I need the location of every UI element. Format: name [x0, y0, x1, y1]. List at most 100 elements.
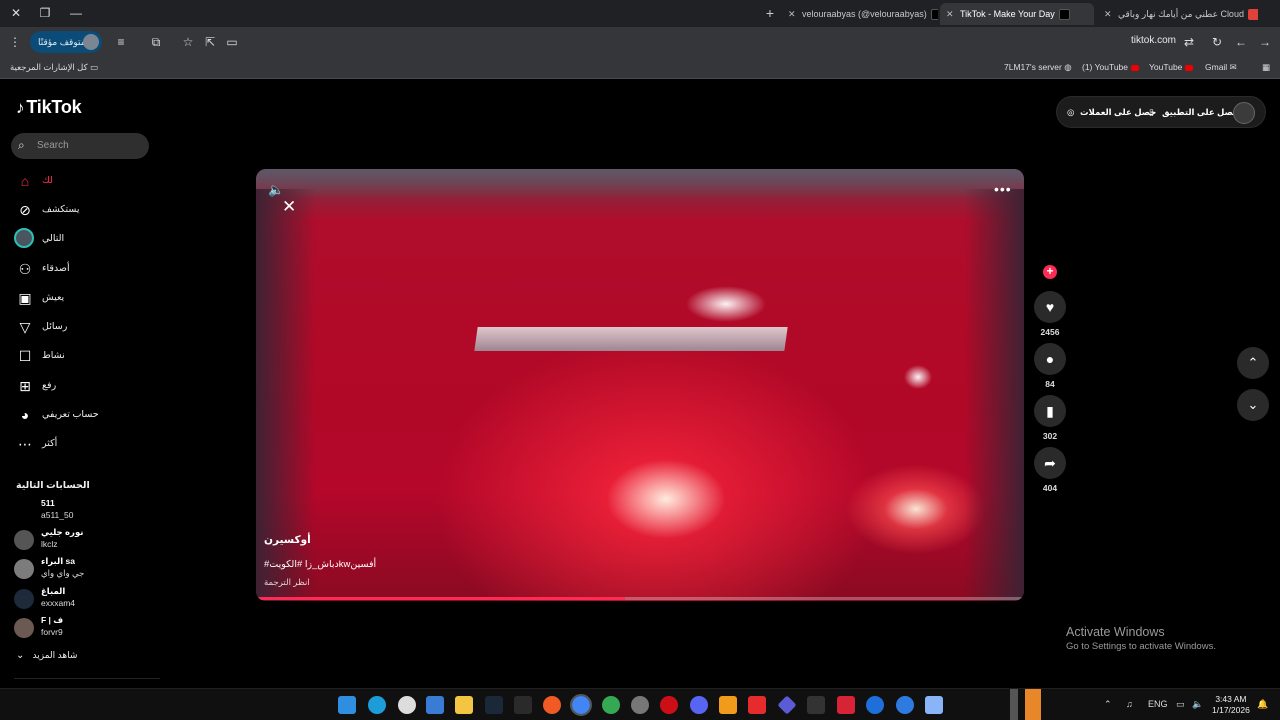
follow-plus-button[interactable]: +	[1043, 265, 1057, 279]
network-icon[interactable]: ▭	[1176, 699, 1185, 710]
following-account[interactable]: 511 a511_50	[14, 498, 154, 524]
following-account[interactable]: F | ف forvr9	[14, 615, 154, 641]
upload-icon: ⊞	[19, 378, 31, 394]
discord-icon[interactable]	[690, 696, 708, 714]
tab-tiktok[interactable]: ✕ TikTok - Make Your Day	[940, 3, 1094, 25]
epic-games-icon[interactable]	[514, 696, 532, 714]
edge-icon[interactable]	[368, 696, 386, 714]
save-action[interactable]: ▮ 302	[1034, 395, 1066, 441]
user-avatar[interactable]	[1233, 102, 1255, 124]
divider	[14, 678, 160, 679]
volume-icon[interactable]: 🔈	[268, 182, 284, 198]
following-account[interactable]: نوره جليي lkclz	[14, 527, 154, 553]
bookmark-gmail[interactable]: Gmail ✉	[1205, 62, 1237, 73]
close-tab-icon[interactable]: ✕	[1104, 3, 1118, 25]
heart-icon[interactable]: ♥	[1034, 291, 1066, 323]
chrome-icon[interactable]	[570, 694, 592, 716]
nav-explore[interactable]: ⊘ يستكشف	[14, 199, 154, 221]
share-action[interactable]: ➦ 404	[1034, 447, 1066, 493]
store-icon[interactable]	[426, 696, 444, 714]
nav-upload[interactable]: ⊞ رفع	[14, 375, 154, 397]
app-icon[interactable]	[896, 696, 914, 714]
globe-icon: ◍	[1064, 62, 1072, 72]
capcut-icon[interactable]	[807, 696, 825, 714]
app-icon[interactable]	[719, 696, 737, 714]
tab-velouraabyas[interactable]: ✕ velouraabyas (@velouraabyas)	[782, 3, 938, 25]
profile-paused-button[interactable]: متوقف مؤقتًا	[30, 31, 102, 53]
comment-action[interactable]: ● 84	[1034, 343, 1066, 389]
tiktok-logo[interactable]: ♪ TikTok	[16, 97, 82, 118]
start-icon[interactable]	[338, 696, 356, 714]
opera-icon[interactable]	[660, 696, 678, 714]
video-progress-bar[interactable]	[256, 597, 1024, 600]
all-bookmarks[interactable]: كل الإشارات المرجعية ▭	[10, 62, 98, 73]
like-action[interactable]: ♥ 2456	[1034, 291, 1066, 337]
install-app-icon[interactable]: ▭	[223, 33, 241, 51]
get-app-button[interactable]: ▯ حصل على التطبيق	[1149, 107, 1239, 118]
close-window-icon[interactable]: ✕	[2, 3, 30, 23]
minimize-window-icon[interactable]: —	[62, 3, 90, 23]
new-tab-button[interactable]: +	[762, 4, 778, 22]
close-tab-icon[interactable]: ✕	[788, 3, 802, 25]
apps-grid-icon[interactable]: ▦	[1262, 62, 1270, 73]
comment-icon[interactable]: ●	[1034, 343, 1066, 375]
back-icon[interactable]: ←	[1232, 33, 1250, 51]
search-icon: ⌕	[18, 138, 25, 152]
restore-window-icon[interactable]: ❐	[31, 3, 59, 23]
notification-bell-icon[interactable]: 🔔	[1257, 699, 1268, 710]
bookmark-youtube-1[interactable]: (1) YouTube	[1082, 62, 1139, 72]
language-indicator[interactable]: ENG	[1148, 699, 1168, 709]
next-video-button[interactable]: ⌄	[1237, 389, 1269, 421]
address-bar[interactable]: tiktok.com	[1131, 35, 1176, 46]
nav-more[interactable]: ⋯ أكثر	[14, 433, 154, 455]
steam-icon[interactable]	[485, 696, 503, 714]
nav-activity[interactable]: ☐ نشاط	[14, 345, 154, 367]
following-account[interactable]: البراء sa جي واي واي	[14, 556, 154, 582]
see-translation-link[interactable]: انظر الترجمة	[264, 577, 310, 588]
see-more-button[interactable]: ⌄ شاهد المزيد	[16, 650, 77, 661]
tray-chevron-icon[interactable]: ⌃	[1104, 699, 1112, 710]
video-author[interactable]: أوكسيرن	[264, 534, 311, 546]
settings-gear-icon[interactable]	[398, 696, 416, 714]
previous-video-button[interactable]: ⌃	[1237, 347, 1269, 379]
system-clock[interactable]: 3:43 AM 1/17/2026	[1212, 694, 1250, 716]
bookmark-server[interactable]: 7LM17's server ◍	[1004, 62, 1072, 73]
more-options-icon[interactable]: •••	[994, 181, 1012, 197]
close-tab-icon[interactable]: ✕	[946, 3, 960, 25]
bookmark-icon[interactable]: ▮	[1034, 395, 1066, 427]
video-caption[interactable]: #دباش_زا #الكويتkwأفسين	[264, 559, 376, 570]
nav-following[interactable]: التالي	[14, 228, 154, 250]
github-icon[interactable]	[631, 696, 649, 714]
nav-messages[interactable]: ▽ رسائل	[14, 316, 154, 338]
chrome-icon[interactable]	[602, 696, 620, 714]
menu-kebab-icon[interactable]: ⋮	[6, 33, 24, 51]
site-settings-icon[interactable]: ⇄	[1180, 33, 1198, 51]
nav-live[interactable]: ▣ يعيش	[14, 287, 154, 309]
share-icon[interactable]: ⇱	[201, 33, 219, 51]
share-arrow-icon[interactable]: ➦	[1034, 447, 1066, 479]
bookmark-star-icon[interactable]: ☆	[179, 33, 197, 51]
app-icon[interactable]	[748, 696, 766, 714]
file-explorer-icon[interactable]	[455, 696, 473, 714]
media-controls-icon[interactable]: ≡	[112, 33, 130, 51]
following-account[interactable]: المباغ exxxam4	[14, 586, 154, 612]
bookmark-youtube[interactable]: YouTube	[1149, 62, 1194, 72]
volume-tray-icon[interactable]: 🔈	[1192, 699, 1203, 710]
microphone-icon[interactable]: ♫	[1126, 699, 1133, 709]
app-icon[interactable]	[543, 696, 561, 714]
search-input[interactable]: ⌕ Search	[11, 133, 149, 159]
app-icon[interactable]	[925, 696, 943, 714]
nav-profile[interactable]: ◕ حساب تعريفي	[14, 404, 154, 426]
app-icon[interactable]	[866, 696, 884, 714]
nav-for-you[interactable]: ⌂ لك	[14, 170, 154, 192]
get-coins-button[interactable]: ◎ حصل على العملات	[1067, 107, 1156, 118]
taskbar-block	[1010, 689, 1018, 720]
extensions-icon[interactable]: ⧉	[147, 33, 165, 51]
app-icon[interactable]	[837, 696, 855, 714]
nav-friends[interactable]: ⚇ أصدقاء	[14, 258, 154, 280]
video-player[interactable]: 🔈 ✕ ••• أوكسيرن #دباش_زا #الكويتkwأفسين …	[256, 169, 1024, 601]
app-icon[interactable]	[777, 695, 797, 715]
tab-cloud[interactable]: ✕ عطني من أيامك نهار وباقي Cloud	[1098, 3, 1258, 25]
forward-icon[interactable]: →	[1256, 33, 1274, 51]
reload-icon[interactable]: ↻	[1208, 33, 1226, 51]
